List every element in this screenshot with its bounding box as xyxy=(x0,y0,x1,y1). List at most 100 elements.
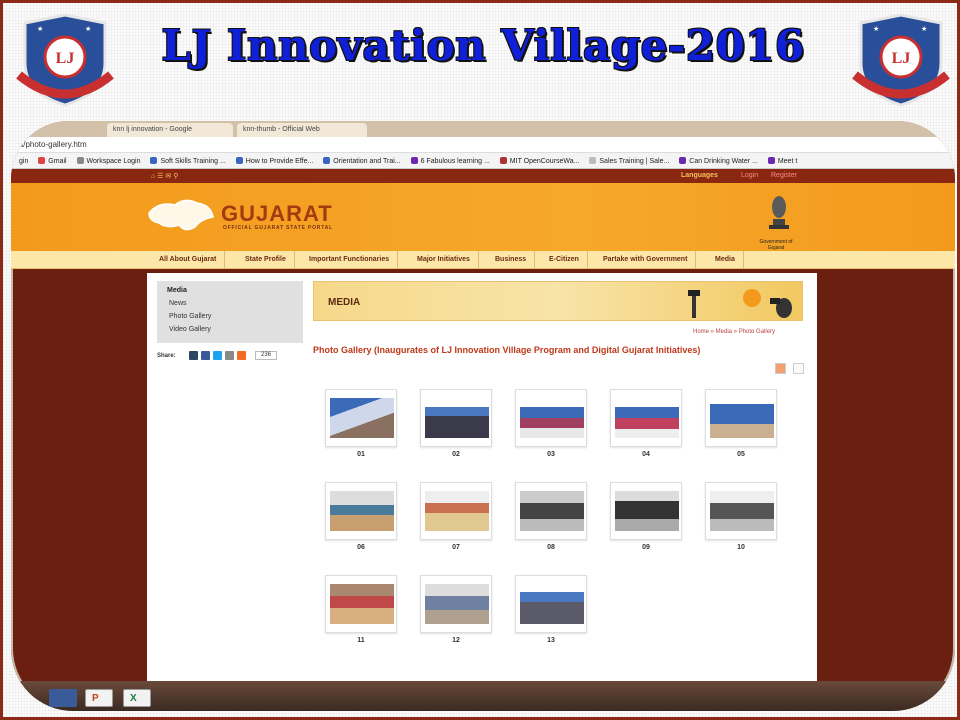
bookmark-item[interactable]: MIT OpenCourseWa... xyxy=(499,153,580,165)
address-bar[interactable]: ia/photo-gallery.htm xyxy=(11,137,955,153)
thumbnail-label: 04 xyxy=(642,451,650,458)
add-share-icon[interactable] xyxy=(237,351,246,360)
gallery-thumbnail[interactable] xyxy=(515,482,587,540)
thumbnail-label: 07 xyxy=(452,544,460,551)
browser-tab-bar: knn lj innovation - Google knn-thumb - O… xyxy=(11,121,955,137)
grid-view-icon[interactable] xyxy=(775,363,786,374)
email-icon[interactable] xyxy=(225,351,234,360)
powerpoint-icon[interactable]: P xyxy=(85,689,113,707)
gallery-thumbnail[interactable] xyxy=(610,482,682,540)
bookmark-item[interactable]: Orientation and Trai... xyxy=(323,153,401,165)
bookmark-label: Soft Skills Training ... xyxy=(160,158,226,165)
thumbnail-label: 05 xyxy=(737,451,745,458)
sidebar-item-video-gallery[interactable]: Video Gallery xyxy=(169,326,211,333)
gallery-thumbnail[interactable] xyxy=(515,389,587,447)
bookmark-label: How to Provide Effe... xyxy=(245,158,314,165)
thumbnail-label: 08 xyxy=(547,544,555,551)
gallery-thumbnail[interactable] xyxy=(325,482,397,540)
twitter-icon[interactable] xyxy=(213,351,222,360)
page-content: Media News Photo Gallery Video Gallery S… xyxy=(147,273,817,693)
svg-text:LJ: LJ xyxy=(892,50,911,67)
bookmark-item[interactable]: How to Provide Effe... xyxy=(235,153,314,165)
gallery-thumbnail[interactable] xyxy=(420,389,492,447)
tab-label: knn lj innovation - Google xyxy=(113,126,192,133)
gallery-thumbnail[interactable] xyxy=(610,389,682,447)
bookmark-item[interactable]: 6 Fabulous learning ... xyxy=(410,153,490,165)
url-text: ia/photo-gallery.htm xyxy=(17,140,87,149)
nav-business[interactable]: Business xyxy=(487,251,536,269)
gallery-thumbnail[interactable] xyxy=(325,575,397,633)
list-view-icon[interactable] xyxy=(793,363,804,374)
nav-media[interactable]: Media xyxy=(707,251,744,269)
thumbnail-label: 13 xyxy=(547,637,555,644)
gallery-thumbnail[interactable] xyxy=(705,389,777,447)
emblem-label: Government of Gujarat xyxy=(759,239,793,251)
taskbar-app-icon[interactable] xyxy=(49,689,77,707)
site-icon xyxy=(150,157,158,164)
sidebar-item-news[interactable]: News xyxy=(169,300,187,307)
home-icon[interactable]: ⌂ ☰ ✉ ⚲ xyxy=(151,172,178,180)
yahoo-icon xyxy=(767,157,775,164)
nav-partake-with-government[interactable]: Partake with Government xyxy=(595,251,697,269)
sidebar: Media News Photo Gallery Video Gallery xyxy=(157,281,303,343)
bookmark-item[interactable]: gin xyxy=(19,154,28,165)
thumbnail-label: 02 xyxy=(452,451,460,458)
browser-tab[interactable]: knn-thumb - Official Web xyxy=(237,123,367,137)
thumbnail-label: 11 xyxy=(357,637,365,644)
gujarat-map-logo[interactable] xyxy=(145,195,217,235)
bookmark-item[interactable]: Can Drinking Water ... xyxy=(679,153,758,165)
sidebar-heading: Media xyxy=(167,287,187,294)
login-link[interactable]: Login xyxy=(741,172,758,179)
breadcrumb[interactable]: Home » Media » Photo Gallery xyxy=(693,329,775,335)
bookmark-label: 6 Fabulous learning ... xyxy=(420,158,490,165)
thumbnail-label: 09 xyxy=(642,544,650,551)
thumbnail-label: 03 xyxy=(547,451,555,458)
nav-state-profile[interactable]: State Profile xyxy=(237,251,295,269)
nav-important-functionaries[interactable]: Important Functionaries xyxy=(301,251,399,269)
gallery-thumbnail[interactable] xyxy=(705,482,777,540)
site-header: GUJARAT OFFICIAL GUJARAT STATE PORTAL Go… xyxy=(11,183,955,251)
excel-icon[interactable]: X xyxy=(123,689,151,707)
bookmark-item[interactable]: Sales Training | Sale... xyxy=(589,153,669,165)
gallery-thumbnail[interactable] xyxy=(420,575,492,633)
slide-title: LJ Innovation Village-2016 xyxy=(161,21,805,70)
gmail-icon xyxy=(38,157,46,164)
facebook-icon[interactable] xyxy=(201,351,210,360)
thumbnail-label: 01 xyxy=(357,451,365,458)
nav-major-initiatives[interactable]: Major Initiatives xyxy=(409,251,479,269)
site-icon xyxy=(235,157,243,164)
browser-screenshot: knn lj innovation - Google knn-thumb - O… xyxy=(11,121,955,711)
bookmark-label: MIT OpenCourseWa... xyxy=(509,158,580,165)
nav-all-about-gujarat[interactable]: All About Gujarat xyxy=(151,251,226,269)
tumblr-icon[interactable] xyxy=(189,351,198,360)
site-brand-sub: OFFICIAL GUJARAT STATE PORTAL xyxy=(223,225,333,231)
gallery-heading: Photo Gallery (Inaugurates of LJ Innovat… xyxy=(313,345,701,355)
svg-text:★: ★ xyxy=(873,25,879,33)
bookmark-item[interactable]: Gmail xyxy=(38,153,67,165)
register-link[interactable]: Register xyxy=(771,172,797,179)
bookmark-item[interactable]: Soft Skills Training ... xyxy=(150,153,226,165)
slide: LJ ★ ★ LJ Innovation Village-2016 LJ ★ ★ k… xyxy=(0,0,960,720)
site-nav: All About Gujarat State Profile Importan… xyxy=(11,251,955,269)
gallery-thumbnail[interactable] xyxy=(420,482,492,540)
state-emblem-icon xyxy=(769,196,789,229)
bookmark-item[interactable]: Meet t xyxy=(767,153,797,165)
mit-icon xyxy=(499,157,507,164)
media-banner-illustration xyxy=(688,289,792,318)
site-brand: GUJARAT xyxy=(221,201,333,226)
nav-e-citizen[interactable]: E-Citizen xyxy=(541,251,588,269)
sidebar-item-photo-gallery[interactable]: Photo Gallery xyxy=(169,313,211,320)
bookmarks-bar: gin Gmail Workspace Login Soft Skills Tr… xyxy=(11,153,955,169)
windows-taskbar: P X xyxy=(11,681,955,711)
gallery-thumbnail[interactable] xyxy=(325,389,397,447)
media-banner: MEDIA xyxy=(313,281,803,321)
page-icon xyxy=(589,157,597,164)
gallery-thumbnail[interactable] xyxy=(515,575,587,633)
lj-logo-right: LJ ★ ★ xyxy=(852,13,950,107)
bookmark-label: gin xyxy=(19,158,29,165)
yahoo-icon xyxy=(410,157,418,164)
languages-link[interactable]: Languages xyxy=(681,172,718,179)
bookmark-item[interactable]: Workspace Login xyxy=(76,153,141,165)
share-label: Share: xyxy=(157,353,176,359)
browser-tab[interactable]: knn lj innovation - Google xyxy=(107,123,233,137)
